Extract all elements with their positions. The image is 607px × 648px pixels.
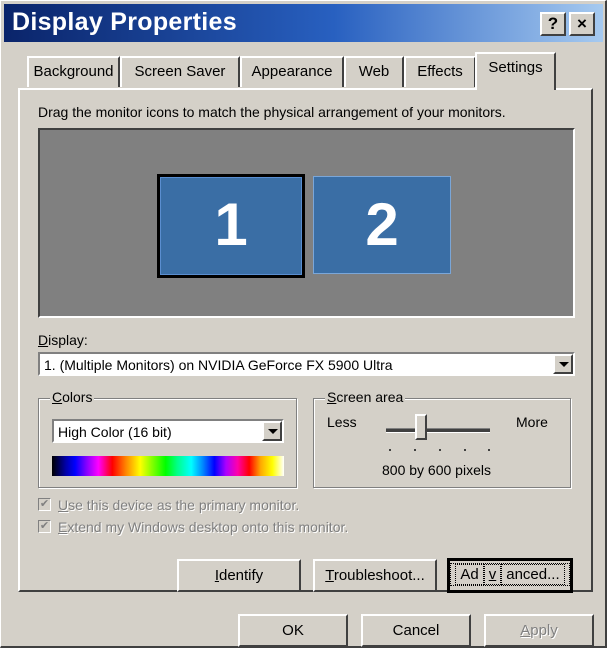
window-title: Display Properties: [12, 8, 237, 36]
colors-select[interactable]: High Color (16 bit): [52, 419, 284, 443]
slider-tick: [488, 449, 490, 451]
arrangement-instruction: Drag the monitor icons to match the phys…: [38, 104, 506, 120]
tab-screen-saver[interactable]: Screen Saver: [120, 56, 240, 87]
advanced-button[interactable]: Ad v anced...: [447, 558, 573, 593]
primary-monitor-label: Use this device as the primary monitor.: [58, 497, 300, 513]
chevron-down-icon[interactable]: [553, 354, 573, 374]
slider-tick: [464, 449, 466, 451]
screen-area-slider-thumb[interactable]: [415, 414, 427, 440]
slider-more-label: More: [516, 414, 548, 430]
slider-less-label: Less: [327, 414, 357, 430]
close-button[interactable]: ×: [569, 12, 595, 36]
extend-desktop-label: Extend my Windows desktop onto this moni…: [58, 519, 349, 535]
slider-tick: [389, 449, 391, 451]
color-palette-preview: [52, 456, 284, 476]
screen-area-slider-track[interactable]: [386, 428, 490, 433]
colors-group-label: Colors: [50, 389, 95, 405]
resolution-text: 800 by 600 pixels: [382, 462, 491, 478]
monitor-1-icon[interactable]: 1: [157, 174, 305, 278]
slider-tick: [439, 449, 441, 451]
identify-button[interactable]: Identify: [177, 559, 301, 592]
display-select[interactable]: 1. (Multiple Monitors) on NVIDIA GeForce…: [38, 352, 575, 376]
colors-select-value: High Color (16 bit): [58, 424, 172, 440]
display-label: Display:: [38, 332, 88, 348]
display-select-value: 1. (Multiple Monitors) on NVIDIA GeForce…: [44, 357, 393, 373]
screen-area-group-label: Screen area: [325, 389, 406, 405]
monitor-arrangement-area[interactable]: 1 2: [38, 128, 575, 318]
monitor-2-icon[interactable]: 2: [313, 176, 451, 274]
cancel-button[interactable]: Cancel: [361, 614, 471, 647]
title-bar[interactable]: Display Properties ? ×: [4, 4, 603, 42]
troubleshoot-button[interactable]: Troubleshoot...: [313, 559, 437, 592]
chevron-down-icon[interactable]: [262, 421, 282, 441]
tab-settings[interactable]: Settings: [475, 52, 556, 90]
tab-effects[interactable]: Effects: [404, 56, 476, 87]
help-button[interactable]: ?: [540, 12, 566, 36]
primary-monitor-checkbox[interactable]: ✔: [38, 498, 51, 511]
apply-button[interactable]: Apply: [484, 614, 594, 647]
tab-appearance[interactable]: Appearance: [240, 56, 344, 87]
extend-desktop-checkbox[interactable]: ✔: [38, 520, 51, 533]
slider-tick: [414, 449, 416, 451]
tab-web[interactable]: Web: [344, 56, 404, 87]
ok-button[interactable]: OK: [238, 614, 348, 647]
tab-background[interactable]: Background: [27, 56, 120, 87]
